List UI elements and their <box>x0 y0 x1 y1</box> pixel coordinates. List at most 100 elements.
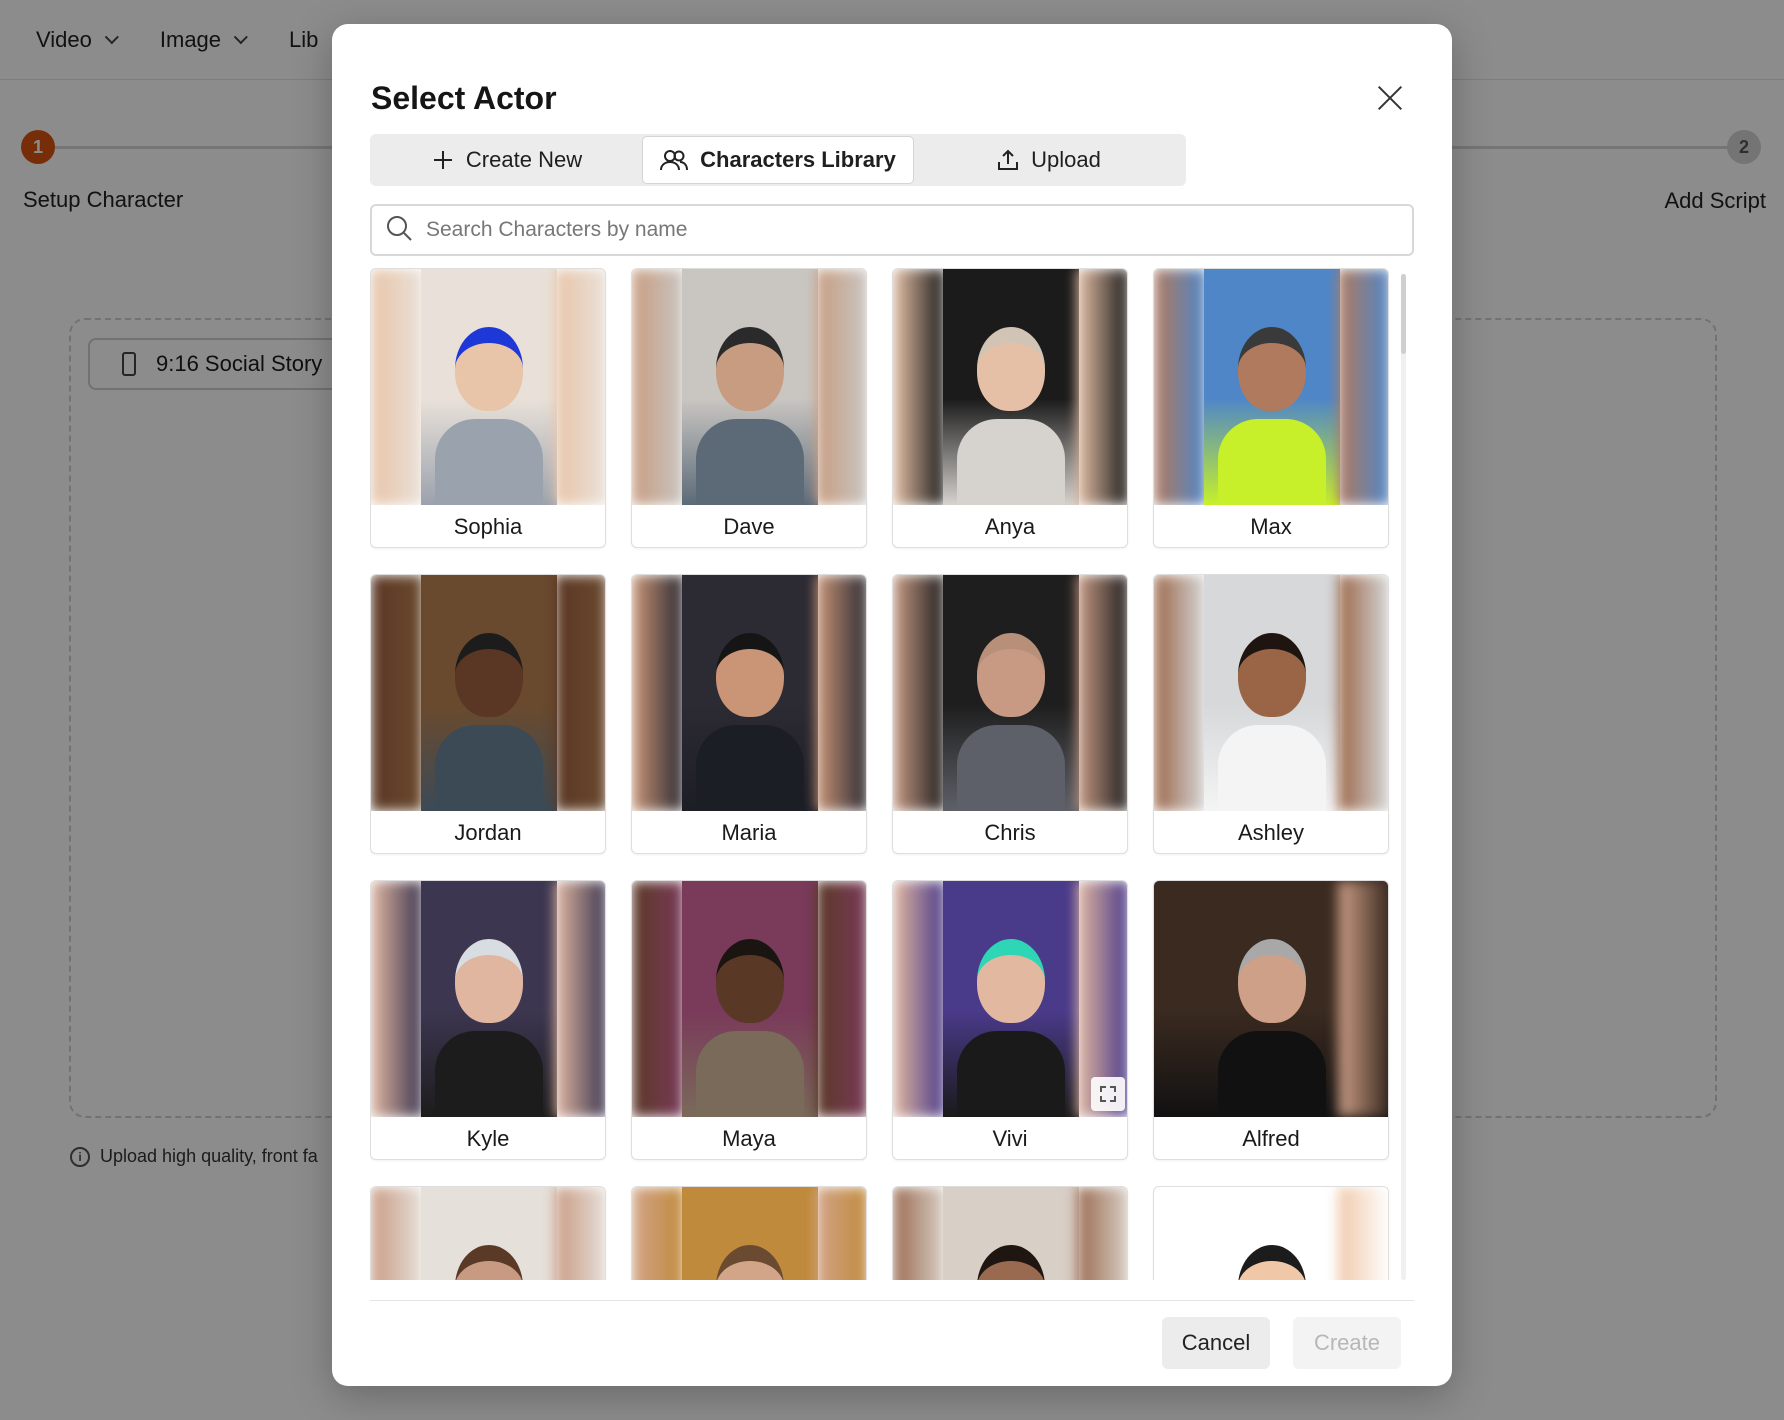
expand-corners <box>1100 1086 1116 1102</box>
character-body <box>696 1031 804 1117</box>
blur-edge <box>1077 575 1127 811</box>
character-card[interactable]: Maria <box>631 574 867 854</box>
character-name: Vivi <box>992 1126 1028 1151</box>
character-name: Kyle <box>466 1126 510 1151</box>
character-body <box>1218 725 1326 811</box>
blur-edge <box>371 881 423 1117</box>
footer-divider <box>370 1300 1414 1301</box>
character-body <box>957 1031 1065 1117</box>
character-name: Chris <box>984 820 1036 845</box>
close-icon[interactable] <box>1372 80 1408 116</box>
character-photo <box>1154 881 1388 1117</box>
character-card[interactable] <box>1153 1186 1389 1280</box>
character-photo <box>893 1187 1127 1280</box>
character-photo <box>632 575 866 811</box>
character-photo <box>371 269 605 505</box>
character-body <box>435 1031 543 1117</box>
blur-edge <box>555 269 605 505</box>
grid-scrollbar[interactable] <box>1401 274 1406 1280</box>
blur-edge <box>371 575 423 811</box>
character-name: Sophia <box>453 514 523 539</box>
character-head <box>455 939 523 1023</box>
character-card[interactable] <box>892 1186 1128 1280</box>
blur-edge <box>632 575 684 811</box>
character-photo <box>632 1187 866 1280</box>
character-card[interactable]: Chris <box>892 574 1128 854</box>
blur-edge <box>371 269 423 505</box>
blur-edge <box>632 1187 684 1280</box>
character-photo <box>1154 575 1388 811</box>
character-head <box>716 327 784 411</box>
tab-create-new[interactable]: Create New <box>372 136 642 184</box>
blur-edge <box>632 269 684 505</box>
character-name: Jordan <box>454 820 522 845</box>
blur-edge <box>371 1187 423 1280</box>
blur-edge <box>1154 269 1206 505</box>
search-icon <box>386 215 412 246</box>
character-card[interactable]: Alfred <box>1153 880 1389 1160</box>
users-icon <box>660 149 689 171</box>
character-card[interactable]: Sophia <box>370 268 606 548</box>
tab-characters-library[interactable]: Characters Library <box>642 136 914 184</box>
character-card[interactable] <box>370 1186 606 1280</box>
tab-create-new-label: Create New <box>465 147 583 172</box>
character-head <box>455 633 523 717</box>
character-photo <box>371 1187 605 1280</box>
character-photo <box>1154 269 1388 505</box>
plus-icon <box>432 149 454 171</box>
character-card[interactable]: Vivi <box>892 880 1128 1160</box>
character-card[interactable]: Max <box>1153 268 1389 548</box>
character-body <box>696 419 804 505</box>
search-input[interactable] <box>426 218 1386 242</box>
character-photo <box>1154 1187 1388 1280</box>
tab-upload[interactable]: Upload <box>914 136 1184 184</box>
character-name: Maria <box>721 820 777 845</box>
character-name: Maya <box>722 1126 776 1151</box>
character-photo <box>632 269 866 505</box>
blur-edge <box>1338 881 1388 1117</box>
character-body <box>1218 1031 1326 1117</box>
character-head <box>1238 327 1306 411</box>
blur-edge <box>893 575 945 811</box>
blur-edge <box>893 269 945 505</box>
blur-edge <box>816 881 866 1117</box>
blur-edge <box>632 881 684 1117</box>
character-card[interactable]: Dave <box>631 268 867 548</box>
character-card[interactable]: Jordan <box>370 574 606 854</box>
character-body <box>435 419 543 505</box>
blur-edge <box>1338 575 1388 811</box>
character-photo <box>893 881 1127 1117</box>
character-body <box>696 725 804 811</box>
character-card[interactable]: Anya <box>892 268 1128 548</box>
create-button[interactable]: Create <box>1293 1317 1401 1369</box>
scrollbar-thumb[interactable] <box>1401 274 1406 354</box>
blur-edge <box>1077 269 1127 505</box>
character-photo <box>371 881 605 1117</box>
character-card[interactable]: Kyle <box>370 880 606 1160</box>
character-body <box>1218 419 1326 505</box>
tab-upload-label: Upload <box>1031 147 1101 172</box>
character-body <box>957 419 1065 505</box>
select-actor-modal: Select Actor Create New Characters Libra… <box>332 24 1452 1386</box>
blur-edge <box>555 881 605 1117</box>
character-name: Alfred <box>1242 1126 1300 1151</box>
character-photo <box>893 575 1127 811</box>
character-card[interactable]: Maya <box>631 880 867 1160</box>
character-head <box>716 939 784 1023</box>
character-body <box>957 725 1065 811</box>
character-name: Max <box>1250 514 1292 539</box>
blur-edge <box>816 1187 866 1280</box>
character-card[interactable]: Ashley <box>1153 574 1389 854</box>
character-search <box>370 204 1414 256</box>
blur-edge <box>816 269 866 505</box>
cancel-button[interactable]: Cancel <box>1162 1317 1270 1369</box>
character-name: Dave <box>723 514 775 539</box>
character-head <box>716 633 784 717</box>
character-name: Ashley <box>1237 820 1305 845</box>
character-card[interactable] <box>631 1186 867 1280</box>
character-head <box>1238 633 1306 717</box>
character-head <box>977 327 1045 411</box>
expand-icon[interactable] <box>1091 1077 1125 1111</box>
modal-title: Select Actor <box>371 80 557 116</box>
character-name: Anya <box>984 514 1036 539</box>
